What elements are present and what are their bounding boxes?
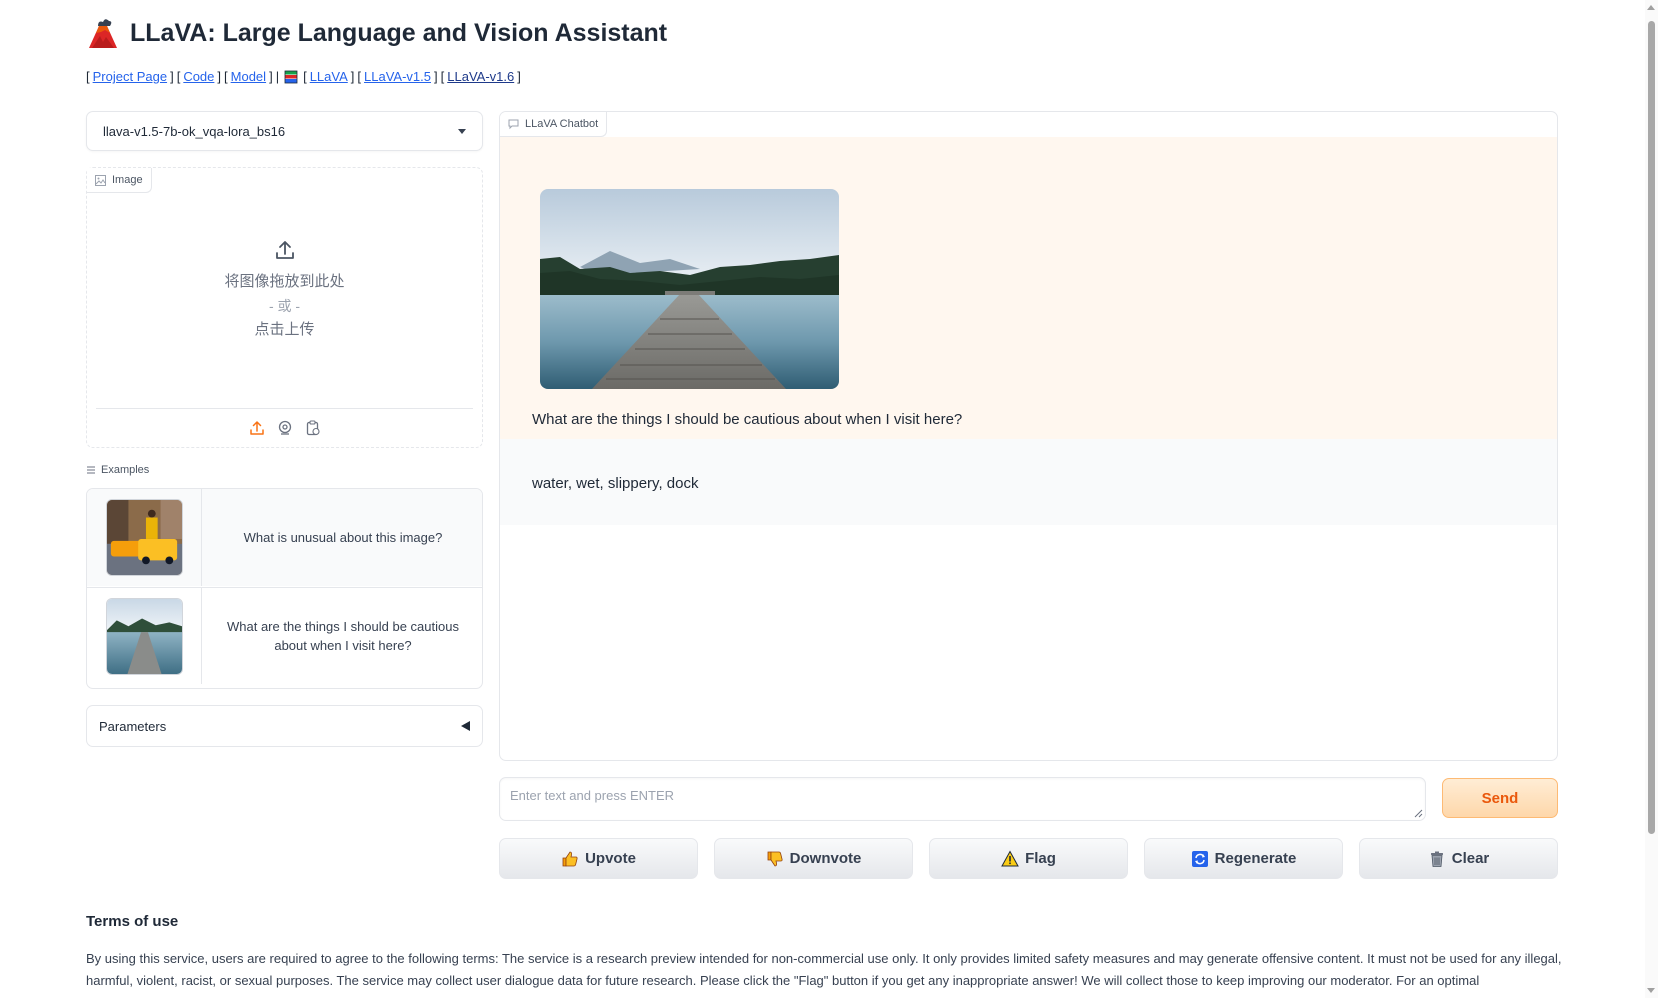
user-message: What are the things I should be cautious… xyxy=(500,137,1557,439)
examples-table: What is unusual about this image? What a… xyxy=(86,488,483,689)
scroll-up-arrow-icon[interactable] xyxy=(1647,5,1655,10)
send-button[interactable]: Send xyxy=(1442,778,1558,818)
lake-dock-image xyxy=(540,189,839,389)
bracket: [ xyxy=(224,69,228,84)
scroll-down-arrow-icon[interactable] xyxy=(1647,988,1655,993)
code-link[interactable]: Code xyxy=(183,69,214,84)
page-title: LLaVA: Large Language and Vision Assista… xyxy=(130,18,668,47)
collapse-arrow-icon xyxy=(461,721,470,731)
image-label: Image xyxy=(87,168,152,193)
bracket: [ xyxy=(303,69,307,84)
llava-v16-link[interactable]: LLaVA-v1.6 xyxy=(447,69,514,84)
upload-arrow-icon xyxy=(275,241,294,259)
terms-title: Terms of use xyxy=(86,913,179,930)
image-icon xyxy=(95,174,106,186)
books-icon xyxy=(284,70,298,83)
parameters-label: Parameters xyxy=(99,718,167,734)
thumbs-up-icon xyxy=(562,851,578,866)
click-upload-text: 点击上传 xyxy=(254,321,315,338)
chevron-down-icon xyxy=(458,128,466,134)
bracket: ] xyxy=(517,69,521,84)
model-dropdown-value: llava-v1.5-7b-ok_vqa-lora_bs16 xyxy=(103,123,286,139)
or-text: - 或 - xyxy=(268,298,301,314)
chatbot-label: LLaVA Chatbot xyxy=(500,112,608,137)
flag-label: Flag xyxy=(1025,850,1056,867)
upvote-button[interactable]: Upvote xyxy=(499,838,698,879)
example-row[interactable]: What is unusual about this image? xyxy=(87,489,482,586)
lake-dock-thumbnail xyxy=(105,597,183,675)
regenerate-button[interactable]: Regenerate xyxy=(1144,838,1343,879)
clear-label: Clear xyxy=(1451,850,1490,867)
bracket: ] xyxy=(217,69,222,84)
assistant-message-text: water, wet, slippery, dock xyxy=(532,475,699,492)
refresh-icon xyxy=(1191,850,1208,867)
downvote-button[interactable]: Downvote xyxy=(714,838,913,879)
warning-icon xyxy=(1001,849,1019,866)
clear-button[interactable]: Clear xyxy=(1359,838,1558,879)
chat-icon xyxy=(508,119,519,129)
examples-label: Examples xyxy=(86,464,149,476)
scrollbar-thumb[interactable] xyxy=(1648,21,1655,834)
volcano-icon xyxy=(89,19,117,48)
upload-icon[interactable] xyxy=(249,420,265,436)
example-text: What are the things I should be cautious… xyxy=(227,619,459,653)
taxi-ironing-thumbnail xyxy=(105,499,183,576)
bracket: [ xyxy=(176,69,181,84)
upload-dropzone[interactable]: 将图像拖放到此处 - 或 - 点击上传 xyxy=(87,238,482,342)
llava-v15-link[interactable]: LLaVA-v1.5 xyxy=(364,69,431,84)
user-message-text: What are the things I should be cautious… xyxy=(532,411,963,428)
bracket: ] xyxy=(434,69,438,84)
page: LLaVA: Large Language and Vision Assista… xyxy=(0,0,1658,998)
separator: | xyxy=(275,69,280,84)
header-links: [Project Page] [Code] [Model] | [LLaVA] … xyxy=(86,69,521,84)
message-input[interactable] xyxy=(499,777,1426,821)
example-row[interactable]: What are the things I should be cautious… xyxy=(87,587,482,684)
page-scrollbar[interactable] xyxy=(1645,0,1658,998)
terms-text: By using this service, users are require… xyxy=(86,951,1562,988)
image-upload[interactable]: Image 将图像拖放到此处 - 或 - 点击上传 xyxy=(86,167,483,448)
bracket: ] xyxy=(170,69,174,84)
drop-text: 将图像拖放到此处 xyxy=(224,273,345,290)
webcam-icon[interactable] xyxy=(277,420,293,436)
list-icon xyxy=(87,466,95,474)
llava-link[interactable]: LLaVA xyxy=(310,69,348,84)
examples-label-text: Examples xyxy=(101,464,150,476)
divider xyxy=(96,408,473,409)
chatbot-label-text: LLaVA Chatbot xyxy=(525,118,599,130)
example-thumbnail-cell xyxy=(87,588,202,684)
bracket: [ xyxy=(86,69,90,84)
resize-handle-icon[interactable] xyxy=(1414,809,1423,818)
trash-icon xyxy=(1430,851,1443,867)
regenerate-label: Regenerate xyxy=(1214,850,1297,867)
downvote-label: Downvote xyxy=(789,850,862,867)
example-text: What is unusual about this image? xyxy=(243,530,443,545)
bracket: [ xyxy=(440,69,445,84)
image-label-text: Image xyxy=(112,174,143,186)
thumbs-down-icon xyxy=(767,851,783,866)
parameters-accordion[interactable]: Parameters xyxy=(86,705,483,747)
upvote-label: Upvote xyxy=(585,850,636,867)
example-thumbnail-cell xyxy=(87,489,202,586)
bracket: [ xyxy=(357,69,362,84)
clipboard-icon[interactable] xyxy=(305,420,321,436)
flag-button[interactable]: Flag xyxy=(929,838,1128,879)
bracket: ] xyxy=(350,69,355,84)
model-link[interactable]: Model xyxy=(231,69,266,84)
header: LLaVA: Large Language and Vision Assista… xyxy=(86,16,667,50)
chatbot-panel: LLaVA Chatbot What are the things I shou… xyxy=(499,111,1558,761)
bracket: ] xyxy=(269,69,273,84)
project-page-link[interactable]: Project Page xyxy=(93,69,167,84)
model-dropdown[interactable]: llava-v1.5-7b-ok_vqa-lora_bs16 xyxy=(86,111,483,151)
assistant-message: water, wet, slippery, dock xyxy=(500,439,1557,525)
image-source-tools xyxy=(87,420,482,436)
